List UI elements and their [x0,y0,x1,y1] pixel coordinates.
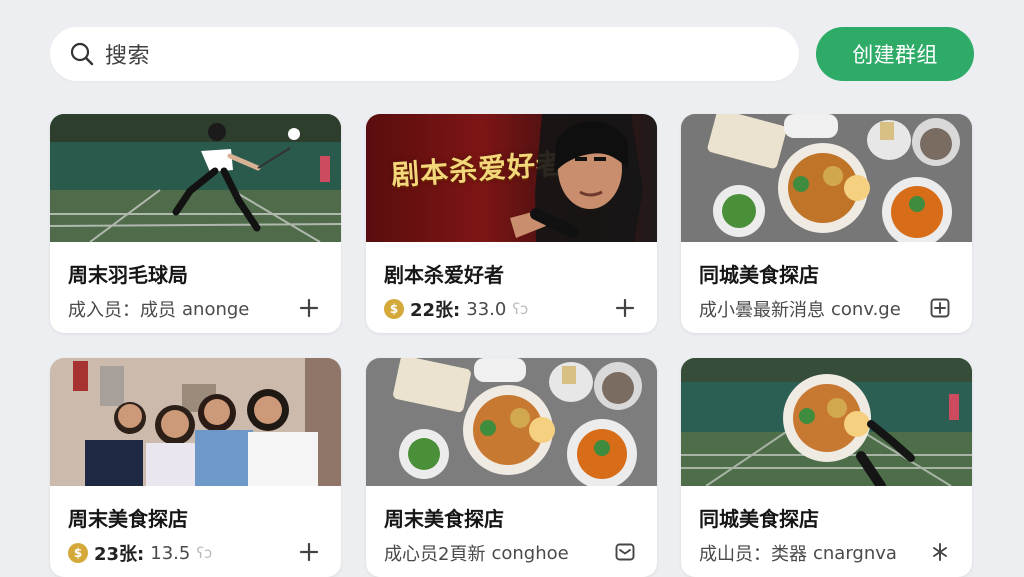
faint-meta: ʕɔ [512,300,529,318]
group-thumbnail: 剧本杀爱好者 [366,114,657,242]
member-label: 成小曇最新消息 [699,300,825,321]
faint-meta: ʕɔ [196,544,213,562]
group-title: 同城美食探店 [699,507,819,531]
group-title: 周末美食探店 [68,507,188,531]
search-input[interactable]: 搜索 [105,38,150,70]
group-title: 同城美食探店 [699,263,819,287]
group-grid: 周末羽毛球局 成入员：成员 anonge 剧本杀爱好者 剧本杀爱好者 $ 22张… [50,114,974,577]
group-meta: 成入员：成员 anonge [68,296,249,322]
group-card[interactable]: 周末羽毛球局 成入员：成员 anonge [50,114,341,333]
group-meta: $ 22张: 33.0 ʕɔ [384,296,528,322]
top-bar: 搜索 创建群组 [50,27,974,81]
group-title: 周末羽毛球局 [68,263,188,287]
member-label: 成入员：成员 [68,300,176,321]
group-thumbnail [366,358,657,486]
group-meta: $ 23张: 13.5 ʕɔ [68,540,212,566]
group-title: 周末美食探店 [384,507,504,531]
group-thumbnail [50,114,341,242]
group-card[interactable]: 剧本杀爱好者 剧本杀爱好者 $ 22张: 33.0 ʕɔ [366,114,657,333]
plus-icon[interactable] [295,294,323,322]
group-thumbnail [681,358,972,486]
group-meta: 成山员：类器 cnargnva [699,540,897,566]
member-suffix: conv.ge [831,298,901,320]
group-title: 剧本杀爱好者 [384,263,504,287]
search-bar[interactable]: 搜索 [50,27,799,81]
member-suffix: conghoe [491,542,569,564]
group-card[interactable]: 同城美食探店 成小曇最新消息 conv.ge [681,114,972,333]
group-thumbnail [50,358,341,486]
group-meta: 成心员2頁新 conghoe [384,540,569,566]
square-plus-icon[interactable] [926,294,954,322]
group-card[interactable]: 周末美食探店 $ 23张: 13.5 ʕɔ [50,358,341,577]
member-label: 成心员2頁新 [384,544,486,565]
member-value: 33.0 [466,298,507,320]
group-card[interactable]: 同城美食探店 成山员：类器 cnargnva [681,358,972,577]
member-label: 成山员：类器 [699,544,807,565]
group-thumbnail [681,114,972,242]
member-value: 13.5 [150,542,191,564]
coin-icon: $ [384,299,404,319]
split-icon[interactable] [926,538,954,566]
search-icon [68,40,96,68]
plus-icon[interactable] [295,538,323,566]
group-card[interactable]: 周末美食探店 成心员2頁新 conghoe [366,358,657,577]
create-group-button[interactable]: 创建群组 [816,27,974,81]
member-suffix: cnargnva [813,542,897,564]
message-icon[interactable] [611,538,639,566]
group-meta: 成小曇最新消息 conv.ge [699,296,901,322]
member-count: 22张: [410,300,461,321]
plus-icon[interactable] [611,294,639,322]
coin-icon: $ [68,543,88,563]
member-count: 23张: [94,544,145,565]
member-suffix: anonge [182,298,250,320]
